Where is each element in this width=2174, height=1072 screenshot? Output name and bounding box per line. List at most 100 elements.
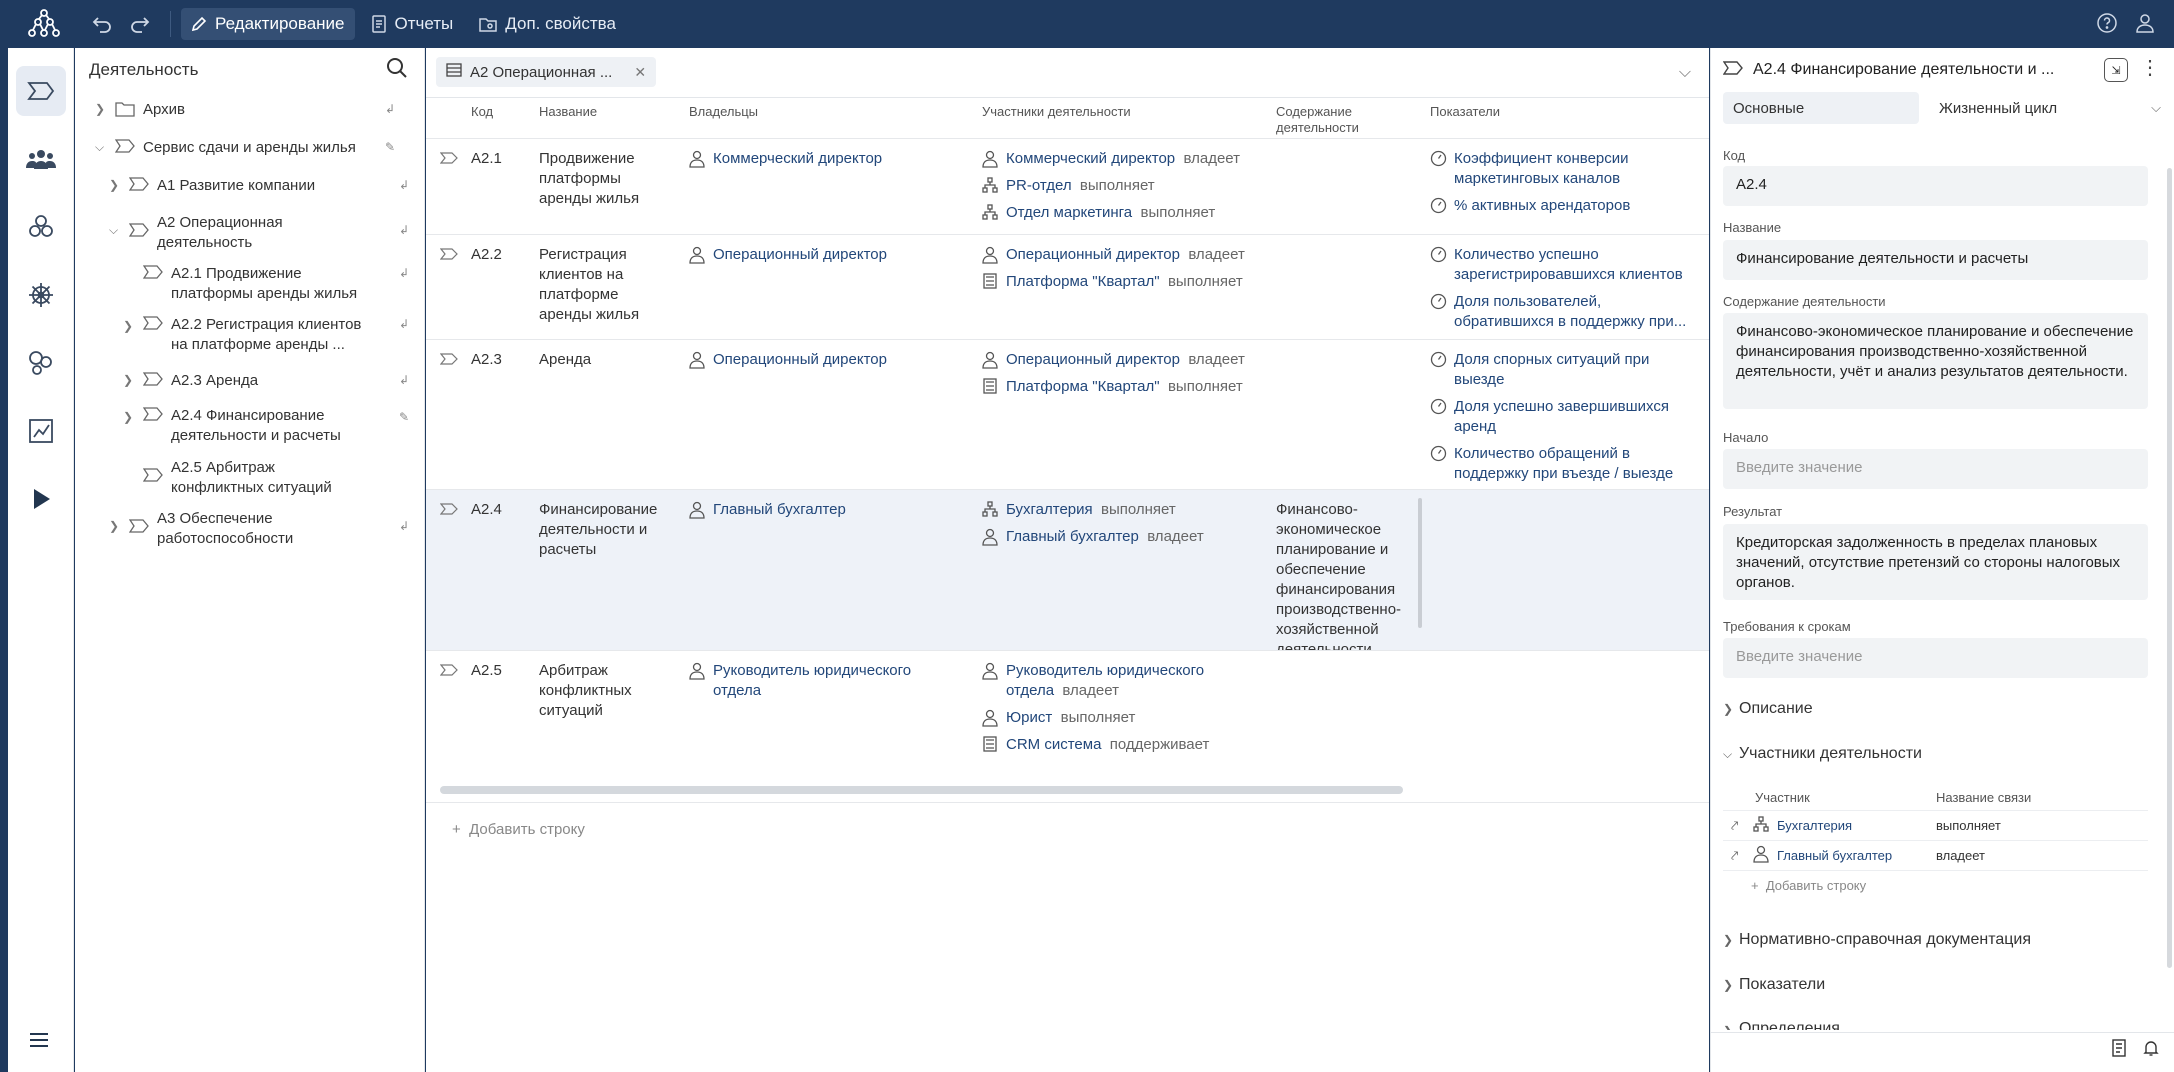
participant-item[interactable]: Отдел маркетинга выполняет bbox=[982, 203, 1272, 223]
search-icon[interactable] bbox=[386, 57, 408, 84]
table-row[interactable]: А2.5 Арбитраж конфликтных ситуаций Руков… bbox=[426, 650, 1709, 775]
panel-scrollbar[interactable] bbox=[2167, 168, 2172, 968]
tree-item-service[interactable]: ⌵ Сервис сдачи и аренды жилья ✎ bbox=[95, 138, 415, 158]
chevron-right-icon[interactable]: ❯ bbox=[95, 102, 109, 116]
indicator-name[interactable]: Количество успешно зарегистрировавшихся … bbox=[1454, 245, 1700, 285]
tree-item-a3[interactable]: ❯ А3 Обеспечение работоспособности ↲ bbox=[109, 509, 415, 549]
owner-link[interactable]: Руководитель юридического отдела bbox=[689, 661, 949, 701]
close-icon[interactable]: ✕ bbox=[634, 64, 646, 81]
link-icon[interactable]: ⤤ bbox=[1723, 818, 1753, 834]
indicator-name[interactable]: Коэффициент конверсии маркетинговых кана… bbox=[1454, 149, 1695, 189]
user-profile-icon[interactable] bbox=[2134, 12, 2156, 39]
owner-link[interactable]: Главный бухгалтер bbox=[689, 500, 846, 520]
tree-item-a2-4[interactable]: ❯ А2.4 Финансирование деятельности и рас… bbox=[123, 406, 415, 446]
collapse-panel-icon[interactable]: ⇲ bbox=[2104, 58, 2128, 82]
modules-nav-icon[interactable] bbox=[16, 202, 66, 252]
participant-name[interactable]: Коммерческий директор bbox=[1006, 149, 1175, 169]
participant-name[interactable]: Юрист bbox=[1006, 708, 1052, 728]
chevron-down-icon[interactable]: ⌵ bbox=[95, 140, 109, 155]
table-row-selected[interactable]: А2.4 Финансирование деятельности и расче… bbox=[426, 489, 1709, 650]
owner-link[interactable]: Операционный директор bbox=[689, 350, 887, 370]
owner-link[interactable]: Коммерческий директор bbox=[689, 149, 882, 169]
indicator-name[interactable]: Доля успешно завершившихся аренд bbox=[1454, 397, 1680, 437]
indicator-item[interactable]: Доля пользователей, обратившихся в подде… bbox=[1430, 292, 1700, 332]
participant-name[interactable]: Отдел маркетинга bbox=[1006, 203, 1132, 223]
add-row-button[interactable]: + Добавить строку bbox=[452, 821, 585, 838]
more-options-icon[interactable]: ⋮ bbox=[2140, 58, 2160, 78]
participant-item[interactable]: Платформа "Квартал" выполняет bbox=[982, 377, 1272, 397]
participant-item[interactable]: Юрист выполняет bbox=[982, 708, 1222, 728]
participant-item[interactable]: Операционный директор владеет bbox=[982, 350, 1272, 370]
wheel-nav-icon[interactable] bbox=[16, 270, 66, 320]
owner-link[interactable]: Операционный директор bbox=[689, 245, 887, 265]
section-indicators[interactable]: ❯ Показатели bbox=[1723, 976, 1825, 994]
tab-a2-operational[interactable]: А2 Операционная ... ✕ bbox=[436, 57, 657, 87]
participant-name[interactable]: Операционный директор bbox=[1006, 245, 1180, 265]
section-cut-off[interactable]: ❯ Определения bbox=[1723, 1020, 1840, 1030]
indicator-name[interactable]: % активных арендаторов bbox=[1454, 196, 1630, 216]
link-icon[interactable]: ↲ bbox=[399, 178, 409, 192]
indicator-item[interactable]: Коэффициент конверсии маркетинговых кана… bbox=[1430, 149, 1695, 189]
circles-nav-icon[interactable] bbox=[16, 338, 66, 388]
start-field[interactable]: Введите значение bbox=[1723, 449, 2148, 489]
participant-name[interactable]: Платформа "Квартал" bbox=[1006, 377, 1160, 397]
indicator-item[interactable]: Доля успешно завершившихся аренд bbox=[1430, 397, 1680, 437]
participant-name[interactable]: Бухгалтерия bbox=[1006, 500, 1093, 520]
activities-nav-icon[interactable] bbox=[15, 66, 66, 116]
participant-name[interactable]: Главный бухгалтер bbox=[1777, 848, 1936, 863]
owner-name[interactable]: Операционный директор bbox=[713, 245, 887, 265]
indicator-item[interactable]: Доля спорных ситуаций при выезде bbox=[1430, 350, 1680, 390]
undo-icon[interactable] bbox=[90, 12, 114, 36]
chevron-down-icon[interactable]: ⌵ bbox=[109, 223, 123, 238]
cell-scrollbar[interactable] bbox=[1418, 498, 1422, 628]
column-header-participants[interactable]: Участники деятельности bbox=[982, 104, 1131, 119]
tree-item-a2-3[interactable]: ❯ А2.3 Аренда ↲ bbox=[123, 371, 415, 391]
participant-item[interactable]: Главный бухгалтер владеет bbox=[982, 527, 1272, 547]
participant-name[interactable]: Главный бухгалтер bbox=[1006, 527, 1139, 547]
tree-item-a2[interactable]: ⌵ А2 Операционная деятельность ↲ bbox=[109, 213, 415, 253]
participant-name[interactable]: Платформа "Квартал" bbox=[1006, 272, 1160, 292]
indicator-name[interactable]: Доля пользователей, обратившихся в подде… bbox=[1454, 292, 1700, 332]
code-field[interactable]: А2.4 bbox=[1723, 166, 2148, 206]
people-nav-icon[interactable] bbox=[16, 134, 66, 184]
horizontal-scrollbar[interactable] bbox=[440, 786, 1403, 794]
indicator-name[interactable]: Доля спорных ситуаций при выезде bbox=[1454, 350, 1680, 390]
tree-item-a2-2[interactable]: ❯ А2.2 Регистрация клиентов на платформе… bbox=[123, 315, 415, 355]
participant-name[interactable]: PR-отдел bbox=[1006, 176, 1072, 196]
link-icon[interactable]: ⤤ bbox=[1723, 848, 1753, 864]
name-field[interactable]: Финансирование деятельности и расчеты bbox=[1723, 240, 2148, 280]
redo-icon[interactable] bbox=[128, 12, 152, 36]
participant-item[interactable]: Руководитель юридического отдела владеет bbox=[982, 661, 1222, 701]
menu-icon[interactable] bbox=[28, 1031, 50, 1054]
chevron-right-icon[interactable]: ❯ bbox=[123, 410, 137, 424]
extra-properties-button[interactable]: Доп. свойства bbox=[469, 8, 626, 40]
result-field[interactable]: Кредиторская задолженность в пределах пл… bbox=[1723, 524, 2148, 600]
owner-name[interactable]: Операционный директор bbox=[713, 350, 887, 370]
tree-item-a2-5[interactable]: А2.5 Арбитраж конфликтных ситуаций bbox=[142, 458, 415, 498]
tree-item-archive[interactable]: ❯ Архив ↲ bbox=[95, 100, 415, 120]
link-icon[interactable]: ↲ bbox=[399, 317, 409, 331]
app-logo-icon[interactable] bbox=[20, 0, 68, 48]
deadline-field[interactable]: Введите значение bbox=[1723, 638, 2148, 678]
section-description[interactable]: ❯ Описание bbox=[1723, 700, 1813, 718]
chevron-right-icon[interactable]: ❯ bbox=[109, 519, 123, 533]
indicator-item[interactable]: % активных арендаторов bbox=[1430, 196, 1695, 216]
add-participant-button[interactable]: + Добавить строку bbox=[1723, 870, 2148, 900]
column-header-name[interactable]: Название bbox=[539, 104, 597, 119]
owner-name[interactable]: Главный бухгалтер bbox=[713, 500, 846, 520]
link-icon[interactable]: ↲ bbox=[399, 266, 409, 280]
edit-mode-button[interactable]: Редактирование bbox=[181, 8, 355, 40]
table-row[interactable]: ⤤ Бухгалтерия выполняет bbox=[1723, 810, 2148, 840]
column-header-owners[interactable]: Владельцы bbox=[689, 104, 758, 119]
indicator-item[interactable]: Количество успешно зарегистрировавшихся … bbox=[1430, 245, 1700, 285]
participant-name[interactable]: CRM система bbox=[1006, 735, 1101, 755]
tree-item-a2-1[interactable]: А2.1 Продвижение платформы аренды жилья … bbox=[142, 264, 415, 304]
chevron-right-icon[interactable]: ❯ bbox=[123, 319, 137, 333]
play-nav-icon[interactable] bbox=[16, 474, 66, 524]
column-header-code[interactable]: Код bbox=[471, 104, 493, 119]
participant-item[interactable]: Коммерческий директор владеет bbox=[982, 149, 1272, 169]
tree-item-a1[interactable]: ❯ А1 Развитие компании ↲ bbox=[109, 176, 415, 196]
pencil-icon[interactable]: ✎ bbox=[385, 140, 395, 154]
section-participants[interactable]: ⌵ Участники деятельности bbox=[1723, 745, 1922, 763]
tab-lifecycle[interactable]: Жизненный цикл bbox=[1929, 92, 2067, 124]
